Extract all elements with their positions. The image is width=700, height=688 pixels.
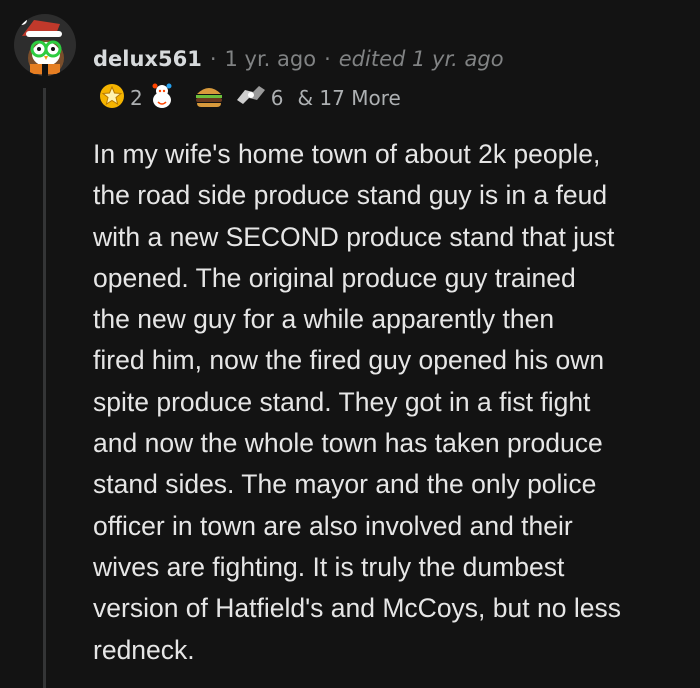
comment-body-line: redneck. (93, 634, 195, 665)
comment-body: In my wife's home town of about 2k peopl… (93, 134, 693, 671)
comment-body-line: officer in town are also involved and th… (93, 510, 573, 541)
edited-label: edited 1 yr. ago (338, 47, 504, 71)
star-award-icon (98, 82, 126, 115)
comment-meta: delux561 · 1 yr. ago · edited 1 yr. ago (93, 42, 504, 76)
wholesome-award-icon (149, 82, 175, 115)
comment-body-line: wives are fighting. It is truly the dumb… (93, 551, 565, 582)
comment-body-line: fired him, now the fired guy opened his … (93, 345, 605, 376)
comment-body-line: the new guy for a while apparently then (93, 304, 555, 335)
comment-body-line: the road side produce stand guy is in a … (93, 180, 608, 211)
more-awards-link[interactable]: & 17 More (297, 86, 400, 110)
comment-body-line: and now the whole town has taken produce (93, 428, 603, 459)
comment-body-line: version of Hatfield's and McCoys, but no… (93, 593, 621, 624)
awards-row[interactable]: 2 6 & 17 More (98, 80, 401, 116)
user-avatar[interactable] (14, 14, 76, 76)
fist-bump-award-icon (235, 82, 267, 115)
meta-separator: · (324, 47, 331, 71)
burger-award-icon (193, 83, 225, 114)
meta-separator: · (209, 47, 217, 71)
owl-avatar-icon (17, 15, 64, 76)
comment-body-line: In my wife's home town of about 2k peopl… (93, 139, 601, 169)
username-link[interactable]: delux561 (93, 47, 202, 71)
comment-body-line: spite produce stand. They got in a fist … (93, 386, 591, 417)
comment-body-line: opened. The original produce guy trained (93, 262, 576, 293)
comment-body-line: stand sides. The mayor and the only poli… (93, 469, 597, 500)
award-count: 2 (130, 86, 143, 110)
timestamp[interactable]: 1 yr. ago (225, 47, 317, 71)
thread-collapse-line[interactable] (43, 88, 46, 688)
comment: delux561 · 1 yr. ago · edited 1 yr. ago … (0, 0, 700, 688)
award-count: 6 (270, 86, 284, 110)
comment-body-line: with a new SECOND produce stand that jus… (93, 221, 615, 252)
